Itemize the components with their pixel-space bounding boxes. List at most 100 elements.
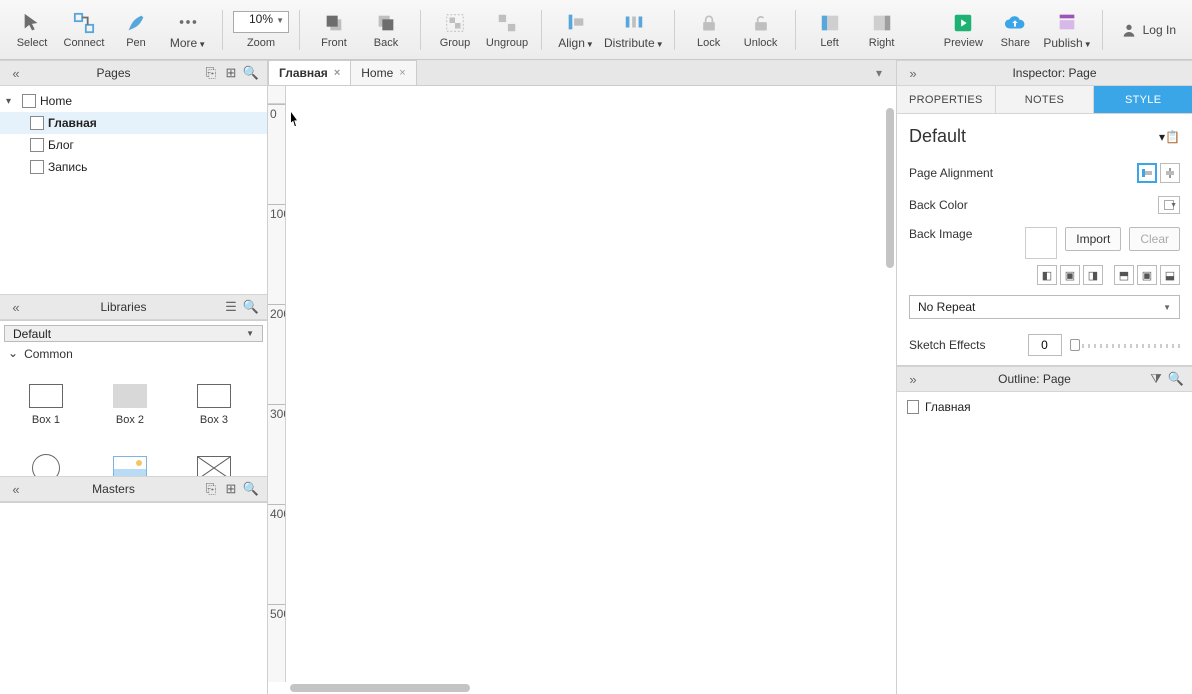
collapse-left-icon[interactable]: « [6,479,26,499]
library-item-image[interactable]: Image [88,441,172,476]
tab-properties[interactable]: PROPERTIES [897,86,996,113]
pages-title: Pages [26,66,201,80]
page-tree-item[interactable]: Запись [0,156,267,178]
library-item-label: Box 2 [116,414,144,426]
align-icon [564,10,588,34]
tab-notes[interactable]: NOTES [996,86,1095,113]
ruler-tick: 2000 [268,304,285,321]
clear-button[interactable]: Clear [1129,227,1180,251]
img-align-bottom-button[interactable]: ⬓ [1160,265,1180,285]
panel-left-button[interactable]: Left [806,4,854,56]
sketch-slider[interactable] [1070,334,1181,356]
chevron-down-icon: ⌄ [8,346,18,360]
tabs-overflow-icon[interactable]: ▾ [876,66,896,80]
close-icon[interactable]: × [334,67,340,79]
library-item-box3[interactable]: Box 3 [172,369,256,441]
collapse-left-icon[interactable]: « [6,297,26,317]
page-icon [907,400,919,414]
style-copy-icon[interactable]: 📋 [1165,130,1180,144]
pen-button[interactable]: Pen [112,4,160,56]
search-icon[interactable]: 🔍 [241,63,261,83]
libraries-title: Libraries [26,300,221,314]
more-button[interactable]: More▼ [164,4,212,56]
left-sidebar: « Pages ⎘ ⊞ 🔍 ▾HomeГлавная Блог Запись « L… [0,60,268,694]
sketch-value-input[interactable] [1028,334,1062,356]
align-left-button[interactable] [1137,163,1157,183]
inspector-header: » Inspector: Page [897,60,1192,86]
list-view-icon[interactable]: ☰ [221,297,241,317]
lock-button[interactable]: Lock [685,4,733,56]
page-tree-label: Блог [48,138,74,152]
masters-panel [0,502,267,694]
distribute-button[interactable]: Distribute▼ [604,4,664,56]
user-icon [1121,22,1137,38]
library-item-box1[interactable]: Box 1 [4,369,88,441]
panel-right-icon [870,11,894,35]
align-button[interactable]: Align▼ [552,4,600,56]
align-center-button[interactable] [1160,163,1180,183]
bring-front-icon [322,11,346,35]
img-align-left-button[interactable]: ◧ [1037,265,1057,285]
outline-item[interactable]: Главная [897,396,1192,418]
collapse-right-icon[interactable]: » [903,63,923,83]
library-select[interactable]: Default [4,325,263,342]
ruler-vertical[interactable]: 010002000300040005000 [268,104,286,682]
page-tree-item[interactable]: ▾Home [0,90,267,112]
panel-right-button[interactable]: Right [858,4,906,56]
page-tree-label: Home [40,94,72,108]
add-page-icon[interactable]: ⎘ [201,63,221,83]
page-icon [22,94,36,108]
distribute-icon [622,10,646,34]
canvas[interactable] [286,104,884,682]
outline-item-label: Главная [925,400,971,414]
front-button[interactable]: Front [310,4,358,56]
img-align-right-button[interactable]: ◨ [1083,265,1103,285]
scrollbar-vertical[interactable] [884,104,896,682]
library-item-box2[interactable]: Box 2 [88,369,172,441]
zoom-select[interactable]: 10% [233,11,289,33]
import-button[interactable]: Import [1065,227,1121,251]
search-icon[interactable]: 🔍 [1166,369,1186,389]
add-master-icon[interactable]: ⎘ [201,479,221,499]
collapse-left-icon[interactable]: « [6,63,26,83]
unlock-button[interactable]: Unlock [737,4,785,56]
group-icon [443,11,467,35]
group-button[interactable]: Group [431,4,479,56]
back-image-well[interactable] [1025,227,1057,259]
library-item-ellipse[interactable]: Ellipse [4,441,88,476]
search-icon[interactable]: 🔍 [241,479,261,499]
scrollbar-horizontal[interactable] [286,682,896,694]
page-tree-item[interactable]: Главная [0,112,267,134]
repeat-dropdown[interactable]: No Repeat [909,295,1180,319]
canvas-area: Главная×Home× ▾ 010002000300040005000 01… [268,60,896,694]
login-button[interactable]: Log In [1113,22,1184,38]
outline-header: » Outline: Page ⧩ 🔍 [897,366,1192,392]
library-group-common[interactable]: ⌄ Common [0,346,267,363]
pages-panel-header: « Pages ⎘ ⊞ 🔍 [0,60,267,86]
tab-style[interactable]: STYLE [1094,86,1192,113]
ungroup-button[interactable]: Ungroup [483,4,531,56]
publish-button[interactable]: Publish▼ [1043,4,1091,56]
search-icon[interactable]: 🔍 [241,297,261,317]
share-button[interactable]: Share [991,4,1039,56]
back-button[interactable]: Back [362,4,410,56]
preview-button[interactable]: Preview [939,4,987,56]
connect-button[interactable]: Connect [60,4,108,56]
add-folder-icon[interactable]: ⊞ [221,63,241,83]
select-button[interactable]: Select [8,4,56,56]
separator [420,10,421,50]
page-tree-item[interactable]: Блог [0,134,267,156]
close-icon[interactable]: × [399,67,405,79]
library-items: Box 1 Box 2 Box 3 EllipseImagePlaceholder [0,363,267,476]
add-master-folder-icon[interactable]: ⊞ [221,479,241,499]
canvas-tab[interactable]: Home× [350,60,416,85]
back-color-picker[interactable] [1158,196,1180,214]
img-align-middle-button[interactable]: ▣ [1137,265,1157,285]
library-item-placeholder[interactable]: Placeholder [172,441,256,476]
canvas-tab[interactable]: Главная× [268,60,351,85]
img-align-top-button[interactable]: ⬒ [1114,265,1134,285]
collapse-right-icon[interactable]: » [903,369,923,389]
img-align-center-button[interactable]: ▣ [1060,265,1080,285]
filter-icon[interactable]: ⧩ [1146,369,1166,389]
libraries-panel-header: « Libraries ☰ 🔍 [0,294,267,320]
